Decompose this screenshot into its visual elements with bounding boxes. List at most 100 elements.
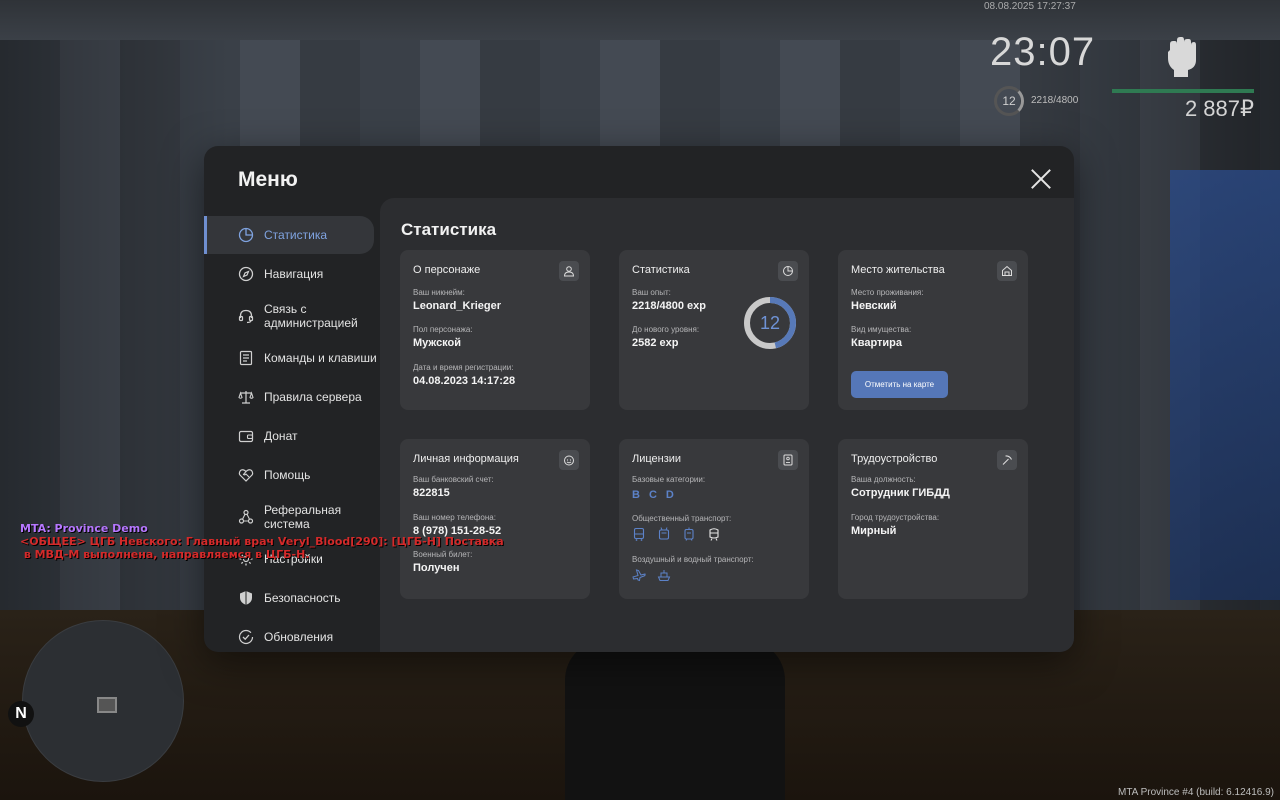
keyboard-icon [239,350,253,366]
sidebar-item-security[interactable]: Безопасность [204,579,380,617]
next-level-label: До нового уровня: [632,325,700,334]
hud-datetime: 08.08.2025 17:27:37 [984,1,1076,12]
pickaxe-icon [997,450,1017,470]
registration-label: Дата и время регистрации: [413,363,514,372]
category-c: C [648,489,657,501]
bank-label: Ваш банковский счет: [413,475,494,484]
sidebar-item-label: Безопасность [264,591,341,605]
handshake-icon [238,469,254,482]
sidebar-item-label: Обновления [264,630,334,644]
basic-categories-label: Базовые категории: [632,475,706,484]
position-label: Ваша должность: [851,475,916,484]
hud-money: 2 887₽ [1184,96,1254,121]
sidebar-item-statistics[interactable]: Статистика [204,216,374,254]
sidebar-item-rules[interactable]: Правила сервера [204,378,380,416]
sidebar-item-help[interactable]: Помощь [204,456,380,494]
card-title: Трудоустройство [851,453,938,465]
north-indicator: N [8,701,34,727]
sidebar-item-updates[interactable]: Обновления [204,618,380,652]
modal-title: Меню [238,168,298,191]
place-value: Невский [851,300,897,312]
sidebar-item-admin-contact[interactable]: Связь с администрацией [204,294,380,338]
chart-refresh-icon [778,261,798,281]
blue-wall-panel [1170,170,1280,600]
military-value: Получен [413,562,460,574]
hud-clock: 23:07 [990,30,1096,74]
mark-on-map-button[interactable]: Отметить на карте [851,371,948,398]
trolleybus-icon [658,527,670,540]
sidebar-item-commands[interactable]: Команды и клавиши [204,339,380,377]
sidebar: Статистика Навигация Связь с администрац… [204,216,380,652]
fist-icon [1168,37,1196,77]
user-icon [559,261,579,281]
exp-label: Ваш опыт: [632,288,671,297]
hud-level-badge: 12 [994,86,1024,116]
sidebar-item-label: Команды и клавиши [264,351,377,365]
property-label: Вид имущества: [851,325,912,334]
card-character: О персонаже Ваш никнейм: Leonard_Krieger… [400,250,590,410]
city-label: Город трудоустройства: [851,513,940,522]
air-water-label: Воздушный и водный транспорт: [632,555,754,564]
menu-modal: Меню Статистика Навигация Связь с админи… [204,146,1074,652]
place-label: Место проживания: [851,288,924,297]
metro-icon [709,528,719,541]
content-panel: Статистика О персонаже Ваш никнейм: Leon… [380,198,1074,652]
chat-log: MTA: Province Demo <ОБЩЕЕ> ЦГБ Невского:… [20,522,504,561]
hud-health-bar [1112,89,1254,93]
compass-icon [238,266,254,282]
sidebar-item-label: Правила сервера [264,390,362,404]
city-value: Мирный [851,525,897,537]
scales-icon [238,391,254,404]
card-title: Место жительства [851,264,945,276]
bus-icon [633,527,645,541]
content-title: Статистика [401,220,497,239]
public-transport-label: Общественный транспорт: [632,514,732,523]
card-licenses: Лицензии Базовые категории: B C D Общест… [619,439,809,599]
card-title: Личная информация [413,453,519,465]
exp-value: 2218/4800 exp [632,300,707,312]
sidebar-item-label: Навигация [264,267,324,281]
phone-label: Ваш номер телефона: [413,513,496,522]
check-circle-icon [238,629,254,645]
sidebar-item-label: Помощь [264,468,311,482]
airplane-icon [632,569,646,582]
house-icon [997,261,1017,281]
sidebar-item-label: Статистика [264,228,328,242]
card-title: Статистика [632,264,690,276]
level-number: 12 [759,312,781,333]
sidebar-item-label: Связь с администрацией [264,302,358,330]
minimap [22,620,184,782]
card-employment: Трудоустройство Ваша должность: Сотрудни… [838,439,1028,599]
nickname-value: Leonard_Krieger [413,300,502,312]
hud-exp-text: 2218/4800 [1031,95,1079,106]
minimap-player-marker [97,697,117,713]
position-value: Сотрудник ГИБДД [851,487,950,499]
build-version: MTA Province #4 (build: 6.12416.9) [1117,787,1274,798]
property-value: Квартира [851,337,903,349]
category-d: D [665,489,674,501]
sidebar-item-label: Донат [264,429,298,443]
next-level-value: 2582 exp [632,337,679,349]
category-b: B [632,489,640,501]
smiley-icon [559,450,579,470]
air-water-icons [632,568,671,582]
sidebar-item-navigation[interactable]: Навигация [204,255,380,293]
chat-line: MTA: Province Demo [20,522,148,535]
shield-icon [240,591,252,605]
boat-icon [657,570,671,581]
close-button[interactable] [1030,168,1052,190]
registration-value: 04.08.2023 14:17:28 [413,375,516,387]
pie-chart-icon [238,227,254,243]
sidebar-item-donate[interactable]: Донат [204,417,380,455]
card-statistics: Статистика Ваш опыт: 2218/4800 exp До но… [619,250,809,410]
player-character [565,640,785,800]
public-transport-icons [632,527,721,541]
bank-value: 822815 [413,487,450,499]
card-title: Лицензии [632,453,682,465]
wallet-icon [238,430,254,443]
card-title: О персонаже [413,264,481,276]
chat-line: <ОБЩЕЕ> ЦГБ Невского: Главный врач Veryl… [20,535,504,548]
gender-value: Мужской [413,337,462,349]
id-card-icon [778,450,798,470]
card-personal-info: Личная информация Ваш банковский счет: 8… [400,439,590,599]
